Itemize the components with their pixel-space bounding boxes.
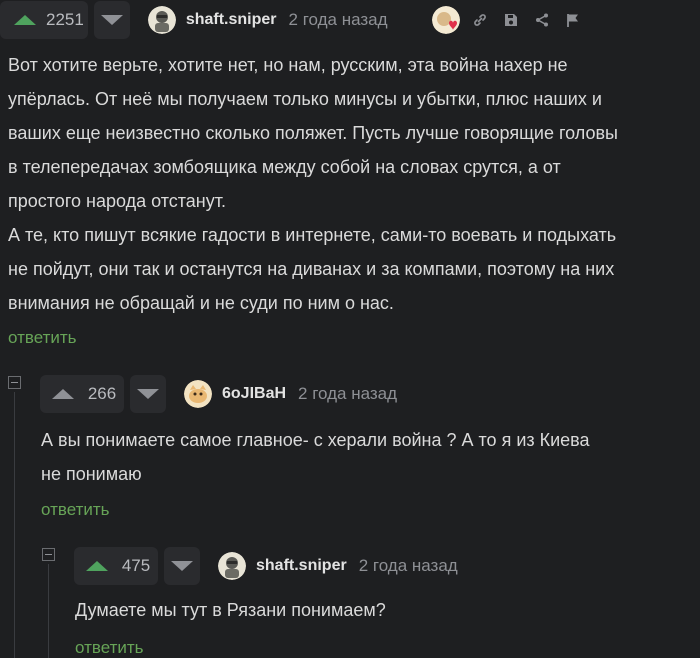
reply-button[interactable]: ответить	[41, 500, 110, 520]
avatar-cat-icon	[184, 380, 212, 408]
text-line: не пойдут, они так и останутся на дивана…	[8, 259, 615, 279]
text-line: ваших еще неизвестно сколько поляжет. Пу…	[8, 123, 618, 143]
comment-2-text: А вы понимаете самое главное- с херали в…	[41, 423, 691, 491]
text-line: простого народа отстанут.	[8, 191, 226, 211]
author-nick[interactable]: shaft.sniper	[186, 11, 277, 29]
branch-line	[14, 392, 15, 658]
author-nick[interactable]: shaft.sniper	[256, 557, 347, 575]
text-line: Думаете мы тут в Рязани понимаем?	[75, 600, 386, 620]
avatar-award-icon[interactable]	[432, 6, 460, 34]
vote-up-button[interactable]	[46, 375, 80, 413]
rating-value: 266	[87, 384, 117, 403]
rating-value: 2251	[46, 10, 84, 29]
reply-button[interactable]: ответить	[8, 328, 77, 348]
collapse-toggle[interactable]	[42, 548, 55, 561]
comment-time[interactable]: 2 года назад	[289, 10, 388, 30]
vote-box: 475	[74, 547, 158, 585]
arrow-up-icon	[52, 389, 74, 399]
arrow-down-icon	[100, 15, 123, 25]
avatar[interactable]	[218, 552, 246, 580]
vote-box: 266	[40, 375, 124, 413]
arrow-up-icon	[14, 15, 36, 25]
text-line: в телепередачах зомбоящика между собой н…	[8, 157, 561, 177]
comment-3-header: 475 shaft.sniper 2 года назад	[74, 546, 458, 586]
avatar[interactable]	[184, 380, 212, 408]
flag-icon[interactable]	[562, 9, 584, 31]
comment-3-text: Думаете мы тут в Рязани понимаем?	[75, 593, 690, 627]
arrow-down-icon	[171, 561, 193, 571]
vote-down-button[interactable]	[130, 375, 166, 413]
text-line: упёрлась. От неё мы получаем только мину…	[8, 89, 602, 109]
share-icon[interactable]	[531, 9, 553, 31]
text-line: не понимаю	[41, 464, 142, 484]
comment-2-header: 266 6oJIBaH 2 года назад	[40, 374, 397, 414]
vote-box: 2251	[0, 1, 88, 39]
vote-up-button[interactable]	[80, 547, 114, 585]
vote-down-button[interactable]	[93, 1, 130, 39]
comment-1-text: Вот хотите верьте, хотите нет, но нам, р…	[8, 48, 698, 320]
arrow-down-icon	[137, 389, 159, 399]
text-line: Вот хотите верьте, хотите нет, но нам, р…	[8, 55, 568, 75]
collapse-toggle[interactable]	[8, 376, 21, 389]
avatar-sniper-icon	[147, 6, 176, 34]
link-icon[interactable]	[469, 9, 491, 31]
avatar-sniper-icon	[218, 552, 246, 580]
arrow-up-icon	[86, 561, 108, 571]
vote-down-button[interactable]	[164, 547, 200, 585]
comment-actions	[432, 6, 584, 34]
vote-up-button[interactable]	[8, 1, 42, 39]
reply-button[interactable]: ответить	[75, 638, 144, 658]
rating-value: 475	[121, 556, 151, 575]
author-nick[interactable]: 6oJIBaH	[222, 385, 286, 403]
branch-line	[48, 564, 49, 658]
avatar[interactable]	[147, 6, 176, 34]
text-line: внимания не обращай и не суди по ним о н…	[8, 293, 394, 313]
text-line: А те, кто пишут всякие гадости в интерне…	[8, 225, 617, 245]
comment-time[interactable]: 2 года назад	[359, 556, 458, 576]
save-icon[interactable]	[500, 9, 522, 31]
text-line: А вы понимаете самое главное- с херали в…	[41, 430, 590, 450]
comment-1-header: 2251 shaft.sniper 2 года назад	[0, 0, 388, 40]
comment-time[interactable]: 2 года назад	[298, 384, 397, 404]
